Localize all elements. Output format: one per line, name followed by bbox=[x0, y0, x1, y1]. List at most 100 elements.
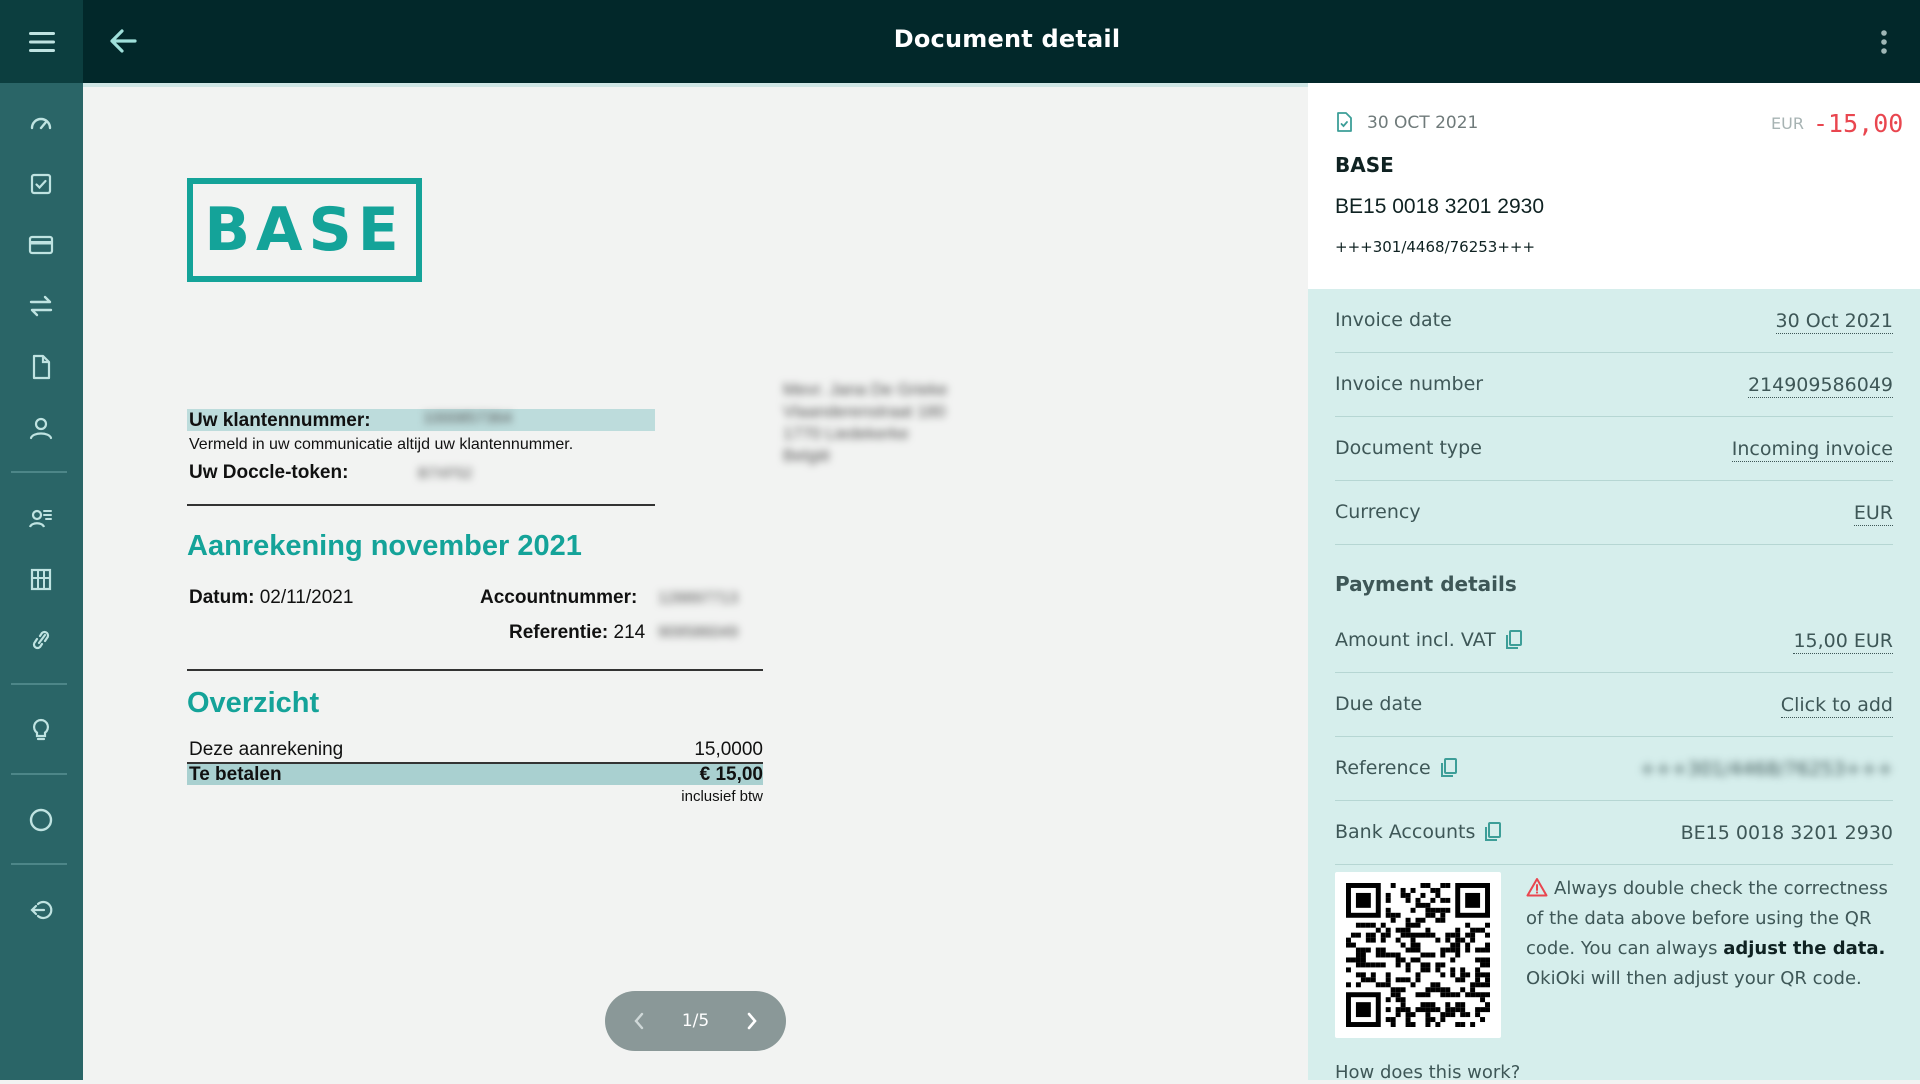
next-page-button[interactable] bbox=[738, 1007, 766, 1035]
field-invoice-date: Invoice date 30 Oct 2021 bbox=[1335, 289, 1893, 353]
invoice-number-value[interactable]: 214909586049 bbox=[1747, 373, 1893, 398]
sidebar-item-logout[interactable] bbox=[22, 891, 60, 929]
address-line: België bbox=[783, 446, 831, 465]
customer-number-note: Vermeld in uw communicatie altijd uw kla… bbox=[189, 436, 574, 453]
payment-qr-code bbox=[1335, 872, 1501, 1038]
dashboard-icon bbox=[30, 117, 52, 130]
sidebar-item-tasks[interactable] bbox=[22, 165, 60, 203]
account-number-value: 128897713 bbox=[658, 590, 739, 607]
bank-account-value: BE15 0018 3201 2930 bbox=[1680, 822, 1893, 844]
amount-label: Amount incl. VAT bbox=[1335, 629, 1496, 651]
more-vertical-icon bbox=[1881, 30, 1887, 54]
customer-number-value: 1000857364 bbox=[423, 410, 512, 427]
field-currency: Currency EUR bbox=[1335, 481, 1893, 545]
field-due-date: Due date Click to add bbox=[1335, 673, 1893, 737]
reference-value: +++301/4468/76253+++ bbox=[1639, 758, 1893, 780]
this-invoice-value: 15,0000 bbox=[694, 739, 763, 760]
due-date-add-button[interactable]: Click to add bbox=[1780, 693, 1893, 718]
building-icon bbox=[30, 568, 52, 591]
field-label: Invoice date bbox=[1335, 309, 1452, 331]
divider bbox=[187, 669, 763, 671]
field-label: Due date bbox=[1335, 693, 1423, 715]
sidebar bbox=[0, 83, 83, 1080]
document-viewer: BASE Uw klantennummer: 1000857364 Vermel… bbox=[83, 83, 1308, 1080]
details-panel: 30 OCT 2021 EUR -15,00 BASE BE15 0018 32… bbox=[1308, 83, 1920, 1083]
logout-icon bbox=[30, 900, 53, 920]
field-amount: Amount incl. VAT 15,00 EUR bbox=[1335, 609, 1893, 673]
sidebar-item-cards[interactable] bbox=[22, 226, 60, 264]
document-type-value[interactable]: Incoming invoice bbox=[1731, 437, 1893, 462]
credit-card-icon bbox=[28, 235, 54, 255]
document-check-icon bbox=[1337, 112, 1352, 132]
document-icon bbox=[32, 354, 51, 380]
contacts-icon bbox=[29, 417, 53, 440]
transfer-icon bbox=[29, 295, 53, 317]
reference-line: Referentie: 214 bbox=[509, 622, 645, 644]
adjust-data-link[interactable]: adjust the data. bbox=[1723, 938, 1885, 959]
previous-page-button[interactable] bbox=[625, 1007, 653, 1035]
lightbulb-icon bbox=[32, 718, 50, 741]
page-title: Document detail bbox=[893, 25, 1121, 53]
qr-warning: Always double check the correctness of t… bbox=[1526, 874, 1896, 994]
invoice-date-value[interactable]: 30 Oct 2021 bbox=[1775, 309, 1893, 334]
customer-number-label: Uw klantennummer: bbox=[189, 410, 371, 431]
checkbox-icon bbox=[30, 173, 52, 195]
structured-communication: +++301/4468/76253+++ bbox=[1335, 238, 1536, 256]
field-invoice-number: Invoice number 214909586049 bbox=[1335, 353, 1893, 417]
copy-icon[interactable] bbox=[1504, 629, 1524, 651]
field-reference: Reference +++301/4468/76253+++ bbox=[1335, 737, 1893, 801]
copy-icon[interactable] bbox=[1439, 757, 1459, 779]
chevron-left-icon bbox=[634, 1012, 644, 1030]
recipient-address: Mevr. Jana De Grieke Vlaanderenstraat 18… bbox=[783, 379, 947, 467]
field-label: Reference bbox=[1335, 757, 1459, 779]
sidebar-item-documents[interactable] bbox=[22, 348, 60, 386]
address-line: Vlaanderenstraat 180 bbox=[783, 402, 946, 421]
date-value: 02/11/2021 bbox=[259, 587, 354, 608]
amount-due-value: € 15,00 bbox=[699, 764, 763, 785]
field-label: Document type bbox=[1335, 437, 1482, 459]
bank-accounts-label: Bank Accounts bbox=[1335, 821, 1476, 843]
sidebar-item-transactions[interactable] bbox=[22, 287, 60, 325]
warning-triangle-icon bbox=[1526, 878, 1548, 897]
page-navigator: 1/5 bbox=[605, 991, 786, 1051]
sidebar-item-dashboard[interactable] bbox=[22, 104, 60, 142]
reference-label: Reference bbox=[1335, 757, 1431, 779]
transaction-date: 30 OCT 2021 bbox=[1367, 113, 1479, 133]
date-line: Datum: 02/11/2021 bbox=[189, 587, 353, 609]
doccle-token-label: Uw Doccle-token: bbox=[189, 462, 349, 483]
copy-icon[interactable] bbox=[1483, 821, 1503, 843]
address-line: Mevr. Jana De Grieke bbox=[783, 380, 948, 399]
field-label: Amount incl. VAT bbox=[1335, 629, 1524, 651]
field-label: Invoice number bbox=[1335, 373, 1484, 395]
field-label: Currency bbox=[1335, 501, 1421, 523]
top-bar: Document detail bbox=[0, 0, 1920, 83]
doccle-token-value: B7XF52 bbox=[418, 465, 473, 482]
account-number-label: Accountnummer: bbox=[480, 587, 638, 608]
vat-note: inclusief btw bbox=[681, 788, 763, 805]
qr-code-icon bbox=[1346, 883, 1490, 1027]
transaction-amount: -15,00 bbox=[1813, 109, 1904, 138]
warning-text: OkiOki will then adjust your QR code. bbox=[1526, 968, 1862, 989]
document-page: BASE Uw klantennummer: 1000857364 Vermel… bbox=[83, 87, 1308, 1084]
transaction-summary: 30 OCT 2021 EUR -15,00 BASE BE15 0018 32… bbox=[1308, 83, 1920, 289]
this-invoice-label: Deze aanrekening bbox=[189, 739, 344, 760]
sidebar-item-contacts[interactable] bbox=[22, 409, 60, 447]
currency-value[interactable]: EUR bbox=[1853, 501, 1893, 526]
sidebar-item-tips[interactable] bbox=[22, 711, 60, 749]
amount-value[interactable]: 15,00 EUR bbox=[1793, 629, 1893, 654]
invoice-heading: Aanrekening november 2021 bbox=[187, 530, 582, 562]
reference-label: Referentie: bbox=[509, 622, 609, 643]
payment-details-title: Payment details bbox=[1335, 572, 1517, 596]
user-list-icon bbox=[28, 509, 52, 528]
divider bbox=[187, 504, 655, 506]
more-options-button[interactable] bbox=[1872, 26, 1896, 58]
counterparty-iban: BE15 0018 3201 2930 bbox=[1335, 195, 1545, 218]
sidebar-item-company[interactable] bbox=[22, 560, 60, 598]
chevron-right-icon bbox=[747, 1012, 757, 1030]
counterparty-name: BASE bbox=[1335, 153, 1394, 177]
sidebar-divider bbox=[11, 683, 67, 685]
sidebar-item-integrations[interactable] bbox=[22, 621, 60, 659]
sidebar-item-people[interactable] bbox=[22, 499, 60, 537]
sidebar-item-status[interactable] bbox=[22, 801, 60, 839]
reference-hidden-value: 909586049 bbox=[658, 624, 739, 641]
